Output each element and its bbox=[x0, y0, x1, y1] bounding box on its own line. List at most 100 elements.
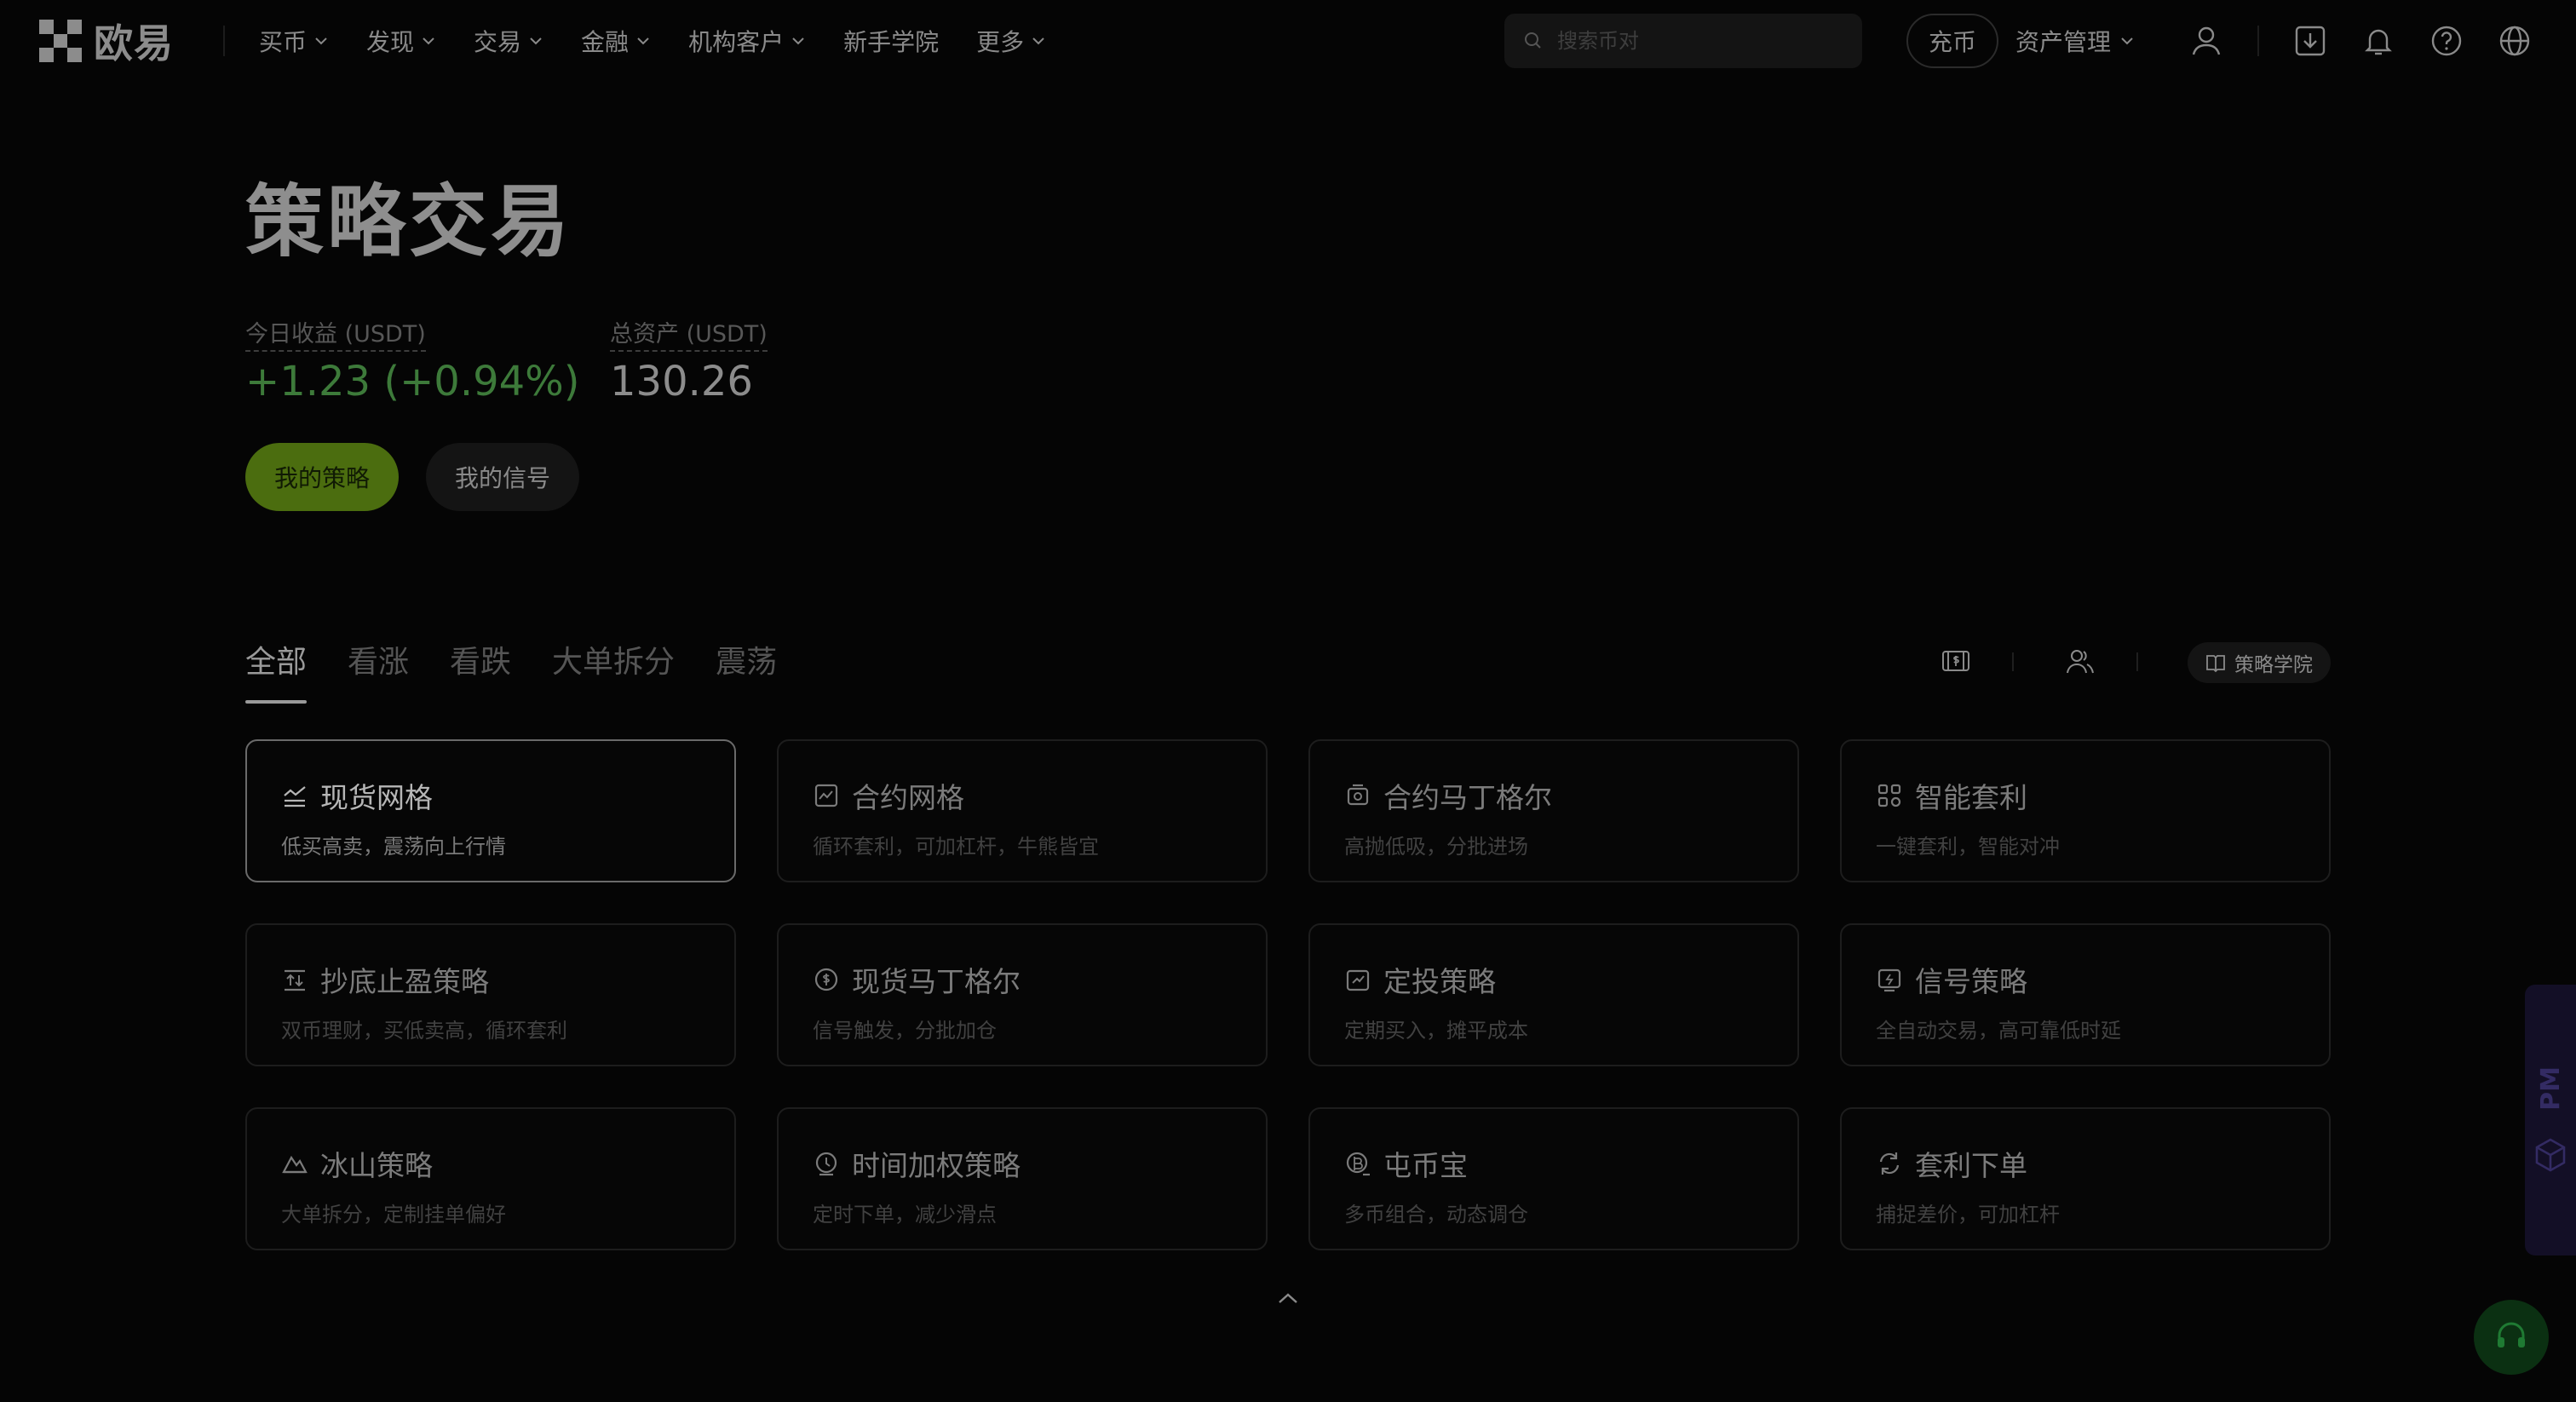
tab-sideways[interactable]: 震荡 bbox=[716, 637, 777, 705]
bell-icon[interactable] bbox=[2358, 20, 2399, 61]
brand-name: 欧易 bbox=[94, 20, 174, 66]
nav-item-label: 更多 bbox=[976, 28, 1025, 56]
card-desc: 双币理财，买低卖高，循环套利 bbox=[281, 1019, 567, 1043]
strategy-card-signal[interactable]: 信号策略 全自动交易，高可靠低时延 bbox=[1840, 923, 2331, 1066]
total-assets-label[interactable]: 总资产 (USDT) bbox=[610, 315, 768, 352]
grid-chart-icon bbox=[281, 782, 308, 809]
help-icon[interactable] bbox=[2426, 20, 2467, 61]
tab-all[interactable]: 全部 bbox=[245, 637, 308, 705]
dca-icon bbox=[1344, 966, 1371, 993]
support-button[interactable] bbox=[2474, 1300, 2549, 1375]
nav-item-label: 交易 bbox=[474, 28, 522, 56]
card-desc: 一键套利，智能对冲 bbox=[1876, 835, 2060, 859]
card-desc: 多币组合，动态调仓 bbox=[1344, 1203, 1528, 1227]
page-title: 策略交易 bbox=[245, 176, 573, 267]
strategy-card-arbitrage-order[interactable]: 套利下单 捕捉差价，可加杠杆 bbox=[1840, 1107, 2331, 1250]
globe-icon[interactable] bbox=[2494, 20, 2535, 61]
chevron-down-icon bbox=[792, 37, 804, 45]
spot-martingale-icon bbox=[813, 966, 840, 993]
side-tab-label: PM bbox=[2535, 1066, 2566, 1111]
today-pnl-label[interactable]: 今日收益 (USDT) bbox=[245, 315, 426, 352]
card-title: 冰山策略 bbox=[320, 1149, 433, 1182]
book-icon bbox=[2206, 655, 2225, 673]
strategy-card-iceberg[interactable]: 冰山策略 大单拆分，定制挂单偏好 bbox=[245, 1107, 736, 1250]
nav-item-finance[interactable]: 金融 bbox=[581, 24, 651, 58]
users-icon[interactable] bbox=[2063, 644, 2097, 678]
nav-item-label: 机构客户 bbox=[688, 28, 785, 56]
pm-side-tab[interactable]: PM bbox=[2525, 985, 2576, 1255]
user-icon[interactable] bbox=[2186, 20, 2227, 61]
card-title: 时间加权策略 bbox=[852, 1149, 1021, 1182]
card-title: 合约马丁格尔 bbox=[1383, 781, 1552, 814]
card-desc: 定期买入，摊平成本 bbox=[1344, 1019, 1528, 1043]
card-title: 抄底止盈策略 bbox=[320, 965, 489, 998]
nav-item-buy-crypto[interactable]: 买币 bbox=[259, 24, 329, 58]
my-signal-button[interactable]: 我的信号 bbox=[426, 443, 579, 511]
futures-grid-icon bbox=[813, 782, 840, 809]
strategy-card-smart-arbitrage[interactable]: 智能套利 一键套利，智能对冲 bbox=[1840, 739, 2331, 882]
asset-management-menu[interactable]: 资产管理 bbox=[2015, 0, 2135, 82]
toolbar-divider bbox=[2136, 652, 2138, 671]
search-icon bbox=[1525, 32, 1541, 49]
tab-large-order-split[interactable]: 大单拆分 bbox=[552, 637, 675, 705]
strategy-card-spot-grid[interactable]: 现货网格 低买高卖，震荡向上行情 bbox=[245, 739, 736, 882]
toolbar-divider bbox=[2012, 652, 2014, 671]
main-menu: 买币 发现 交易 金融 机构客户 新手学院 更多 bbox=[259, 0, 1084, 82]
dollar-card-icon[interactable] bbox=[1939, 644, 1973, 678]
strategy-card-buy-dip[interactable]: 抄底止盈策略 双币理财，买低卖高，循环套利 bbox=[245, 923, 736, 1066]
nav-item-discover[interactable]: 发现 bbox=[366, 24, 436, 58]
card-desc: 全自动交易，高可靠低时延 bbox=[1876, 1019, 2121, 1043]
strategy-card-futures-martingale[interactable]: 合约马丁格尔 高抛低吸，分批进场 bbox=[1308, 739, 1799, 882]
my-strategy-button[interactable]: 我的策略 bbox=[245, 443, 399, 511]
nav-item-institutional[interactable]: 机构客户 bbox=[688, 24, 806, 58]
nav-item-trade[interactable]: 交易 bbox=[474, 24, 543, 58]
card-desc: 大单拆分，定制挂单偏好 bbox=[281, 1203, 506, 1227]
tab-bullish[interactable]: 看涨 bbox=[348, 637, 409, 705]
card-desc: 循环套利，可加杠杆，牛熊皆宜 bbox=[813, 835, 1099, 859]
card-desc: 信号触发，分批加仓 bbox=[813, 1019, 997, 1043]
card-desc: 高抛低吸，分批进场 bbox=[1344, 835, 1528, 859]
arbitrage-order-icon bbox=[1876, 1150, 1903, 1177]
academy-label: 策略学院 bbox=[2234, 654, 2313, 676]
strategy-card-coin-hoard[interactable]: 屯币宝 多币组合，动态调仓 bbox=[1308, 1107, 1799, 1250]
deposit-button[interactable]: 充币 bbox=[1906, 14, 1998, 68]
brand-logo[interactable]: 欧易 bbox=[39, 19, 174, 66]
strategy-tabs: 全部 看涨 看跌 大单拆分 震荡 bbox=[245, 637, 777, 705]
chevron-down-icon bbox=[2121, 37, 2133, 45]
nav-item-label: 买币 bbox=[259, 28, 308, 56]
chevron-down-icon bbox=[530, 37, 542, 45]
today-pnl-value: +1.23 (+0.94%) bbox=[245, 358, 580, 405]
nav-item-more[interactable]: 更多 bbox=[976, 24, 1046, 58]
card-title: 屯币宝 bbox=[1383, 1149, 1468, 1182]
nav-item-label: 新手学院 bbox=[843, 28, 940, 56]
futures-martingale-icon bbox=[1344, 782, 1371, 809]
strategy-card-futures-grid[interactable]: 合约网格 循环套利，可加杠杆，牛熊皆宜 bbox=[777, 739, 1268, 882]
arbitrage-icon bbox=[1876, 782, 1903, 809]
asset-management-label: 资产管理 bbox=[2015, 28, 2112, 56]
strategy-card-twap[interactable]: 时间加权策略 定时下单，减少滑点 bbox=[777, 1107, 1268, 1250]
card-title: 信号策略 bbox=[1915, 965, 2027, 998]
tab-bearish[interactable]: 看跌 bbox=[450, 637, 511, 705]
card-title: 定投策略 bbox=[1383, 965, 1496, 998]
download-icon[interactable] bbox=[2290, 20, 2331, 61]
search-box[interactable] bbox=[1504, 14, 1862, 68]
card-title: 智能套利 bbox=[1915, 781, 2027, 814]
nav-item-label: 发现 bbox=[366, 28, 415, 56]
search-input[interactable] bbox=[1555, 28, 1845, 54]
card-desc: 定时下单，减少滑点 bbox=[813, 1203, 997, 1227]
card-title: 套利下单 bbox=[1915, 1149, 2027, 1182]
card-desc: 捕捉差价，可加杠杆 bbox=[1876, 1203, 2060, 1227]
card-title: 现货网格 bbox=[320, 781, 433, 814]
chevron-down-icon bbox=[423, 37, 434, 45]
chevron-down-icon bbox=[315, 37, 327, 45]
total-assets-value: 130.26 bbox=[610, 358, 753, 405]
nav-item-academy[interactable]: 新手学院 bbox=[843, 24, 939, 58]
coin-hoard-icon bbox=[1344, 1150, 1371, 1177]
okx-logo-icon bbox=[39, 20, 82, 62]
strategy-card-dca[interactable]: 定投策略 定期买入，摊平成本 bbox=[1308, 923, 1799, 1066]
strategy-card-spot-martingale[interactable]: 现货马丁格尔 信号触发，分批加仓 bbox=[777, 923, 1268, 1066]
twap-icon bbox=[813, 1150, 840, 1177]
chevron-up-icon[interactable] bbox=[1274, 1288, 1302, 1308]
header-divider bbox=[2257, 26, 2259, 56]
strategy-academy-button[interactable]: 策略学院 bbox=[2188, 642, 2331, 683]
